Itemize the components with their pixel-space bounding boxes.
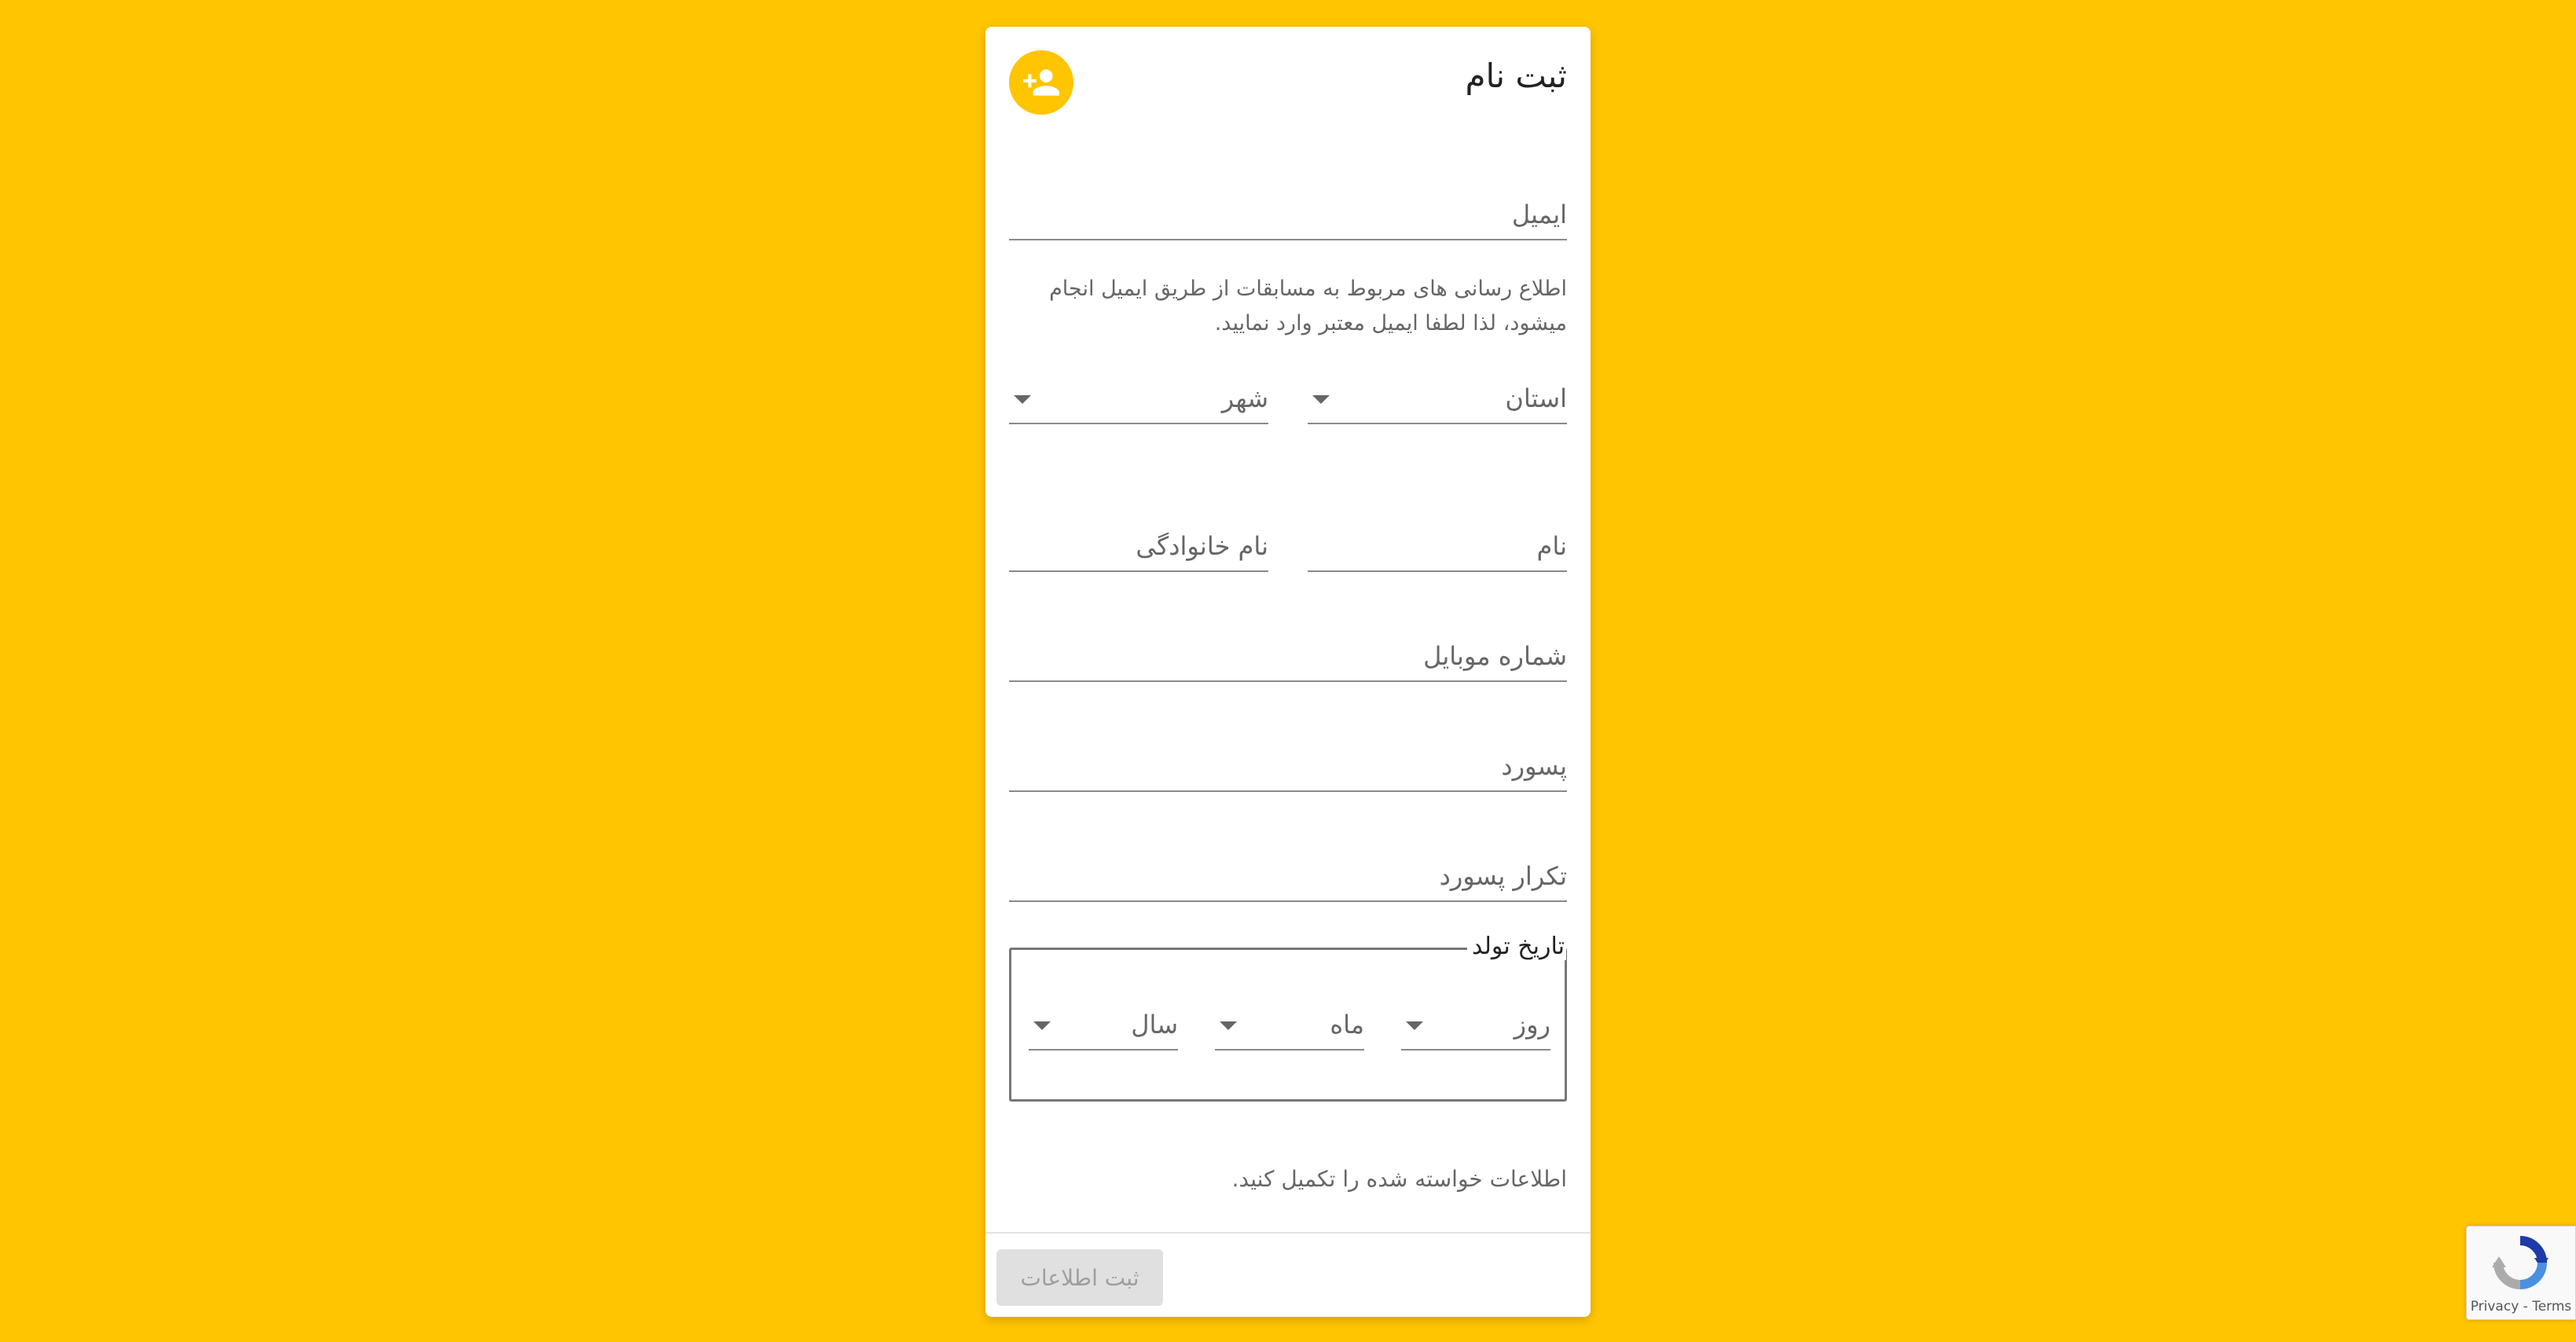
avatar xyxy=(1009,50,1073,115)
city-select[interactable]: شهر xyxy=(1009,368,1268,424)
last-name-label: نام خانوادگی xyxy=(1136,531,1268,561)
first-name-field[interactable]: نام xyxy=(1308,515,1567,572)
birth-day-select[interactable]: روز xyxy=(1401,994,1550,1050)
chevron-down-icon xyxy=(1033,1021,1051,1030)
first-name-label: نام xyxy=(1536,531,1567,561)
recaptcha-badge[interactable]: Privacy - Terms xyxy=(2466,1226,2576,1320)
mobile-label: شماره موبایل xyxy=(1423,641,1567,671)
birth-year-select[interactable]: سال xyxy=(1029,994,1178,1050)
password-field[interactable]: پسورد xyxy=(1009,735,1567,792)
footer-divider xyxy=(985,1232,1591,1234)
password-label: پسورد xyxy=(1501,751,1567,781)
submit-button[interactable]: ثبت اطلاعات xyxy=(996,1249,1163,1306)
recaptcha-icon xyxy=(2489,1236,2552,1294)
email-helper-text: اطلاع رسانی های مربوط به مسابقات از طریق… xyxy=(1049,277,1567,336)
recaptcha-links: Privacy - Terms xyxy=(2467,1299,2575,1314)
province-label: استان xyxy=(1505,383,1567,413)
page-title: ثبت نام xyxy=(1465,57,1567,95)
terms-link[interactable]: Terms xyxy=(2532,1299,2571,1314)
mobile-field[interactable]: شماره موبایل xyxy=(1009,625,1567,682)
chevron-down-icon xyxy=(1312,395,1330,404)
last-name-field[interactable]: نام خانوادگی xyxy=(1009,515,1268,572)
signup-card: ثبت نام ایمیل اطلاع رسانی های مربوط به م… xyxy=(985,27,1591,1317)
birth-month-select[interactable]: ماه xyxy=(1215,994,1364,1050)
year-label: سال xyxy=(1131,1010,1178,1040)
privacy-link[interactable]: Privacy xyxy=(2471,1299,2519,1314)
chevron-down-icon xyxy=(1014,395,1031,404)
birthdate-fieldset: تاریخ تولد روز ماه سال xyxy=(1009,933,1567,1102)
email-field[interactable]: ایمیل xyxy=(1009,184,1567,240)
chevron-down-icon xyxy=(1406,1021,1423,1030)
province-select[interactable]: استان xyxy=(1308,368,1567,424)
chevron-down-icon xyxy=(1220,1021,1237,1030)
links-separator: - xyxy=(2523,1299,2528,1314)
validation-message: اطلاعات خواسته شده را تکمیل کنید. xyxy=(1231,1166,1567,1192)
city-label: شهر xyxy=(1221,383,1268,413)
month-label: ماه xyxy=(1330,1010,1364,1040)
birthdate-legend: تاریخ تولد xyxy=(1467,933,1566,960)
day-label: روز xyxy=(1514,1010,1550,1040)
password-repeat-field[interactable]: تکرار پسورد xyxy=(1009,845,1567,902)
password-repeat-label: تکرار پسورد xyxy=(1439,861,1567,891)
email-label: ایمیل xyxy=(1511,200,1567,229)
person-add-icon xyxy=(1022,63,1061,102)
